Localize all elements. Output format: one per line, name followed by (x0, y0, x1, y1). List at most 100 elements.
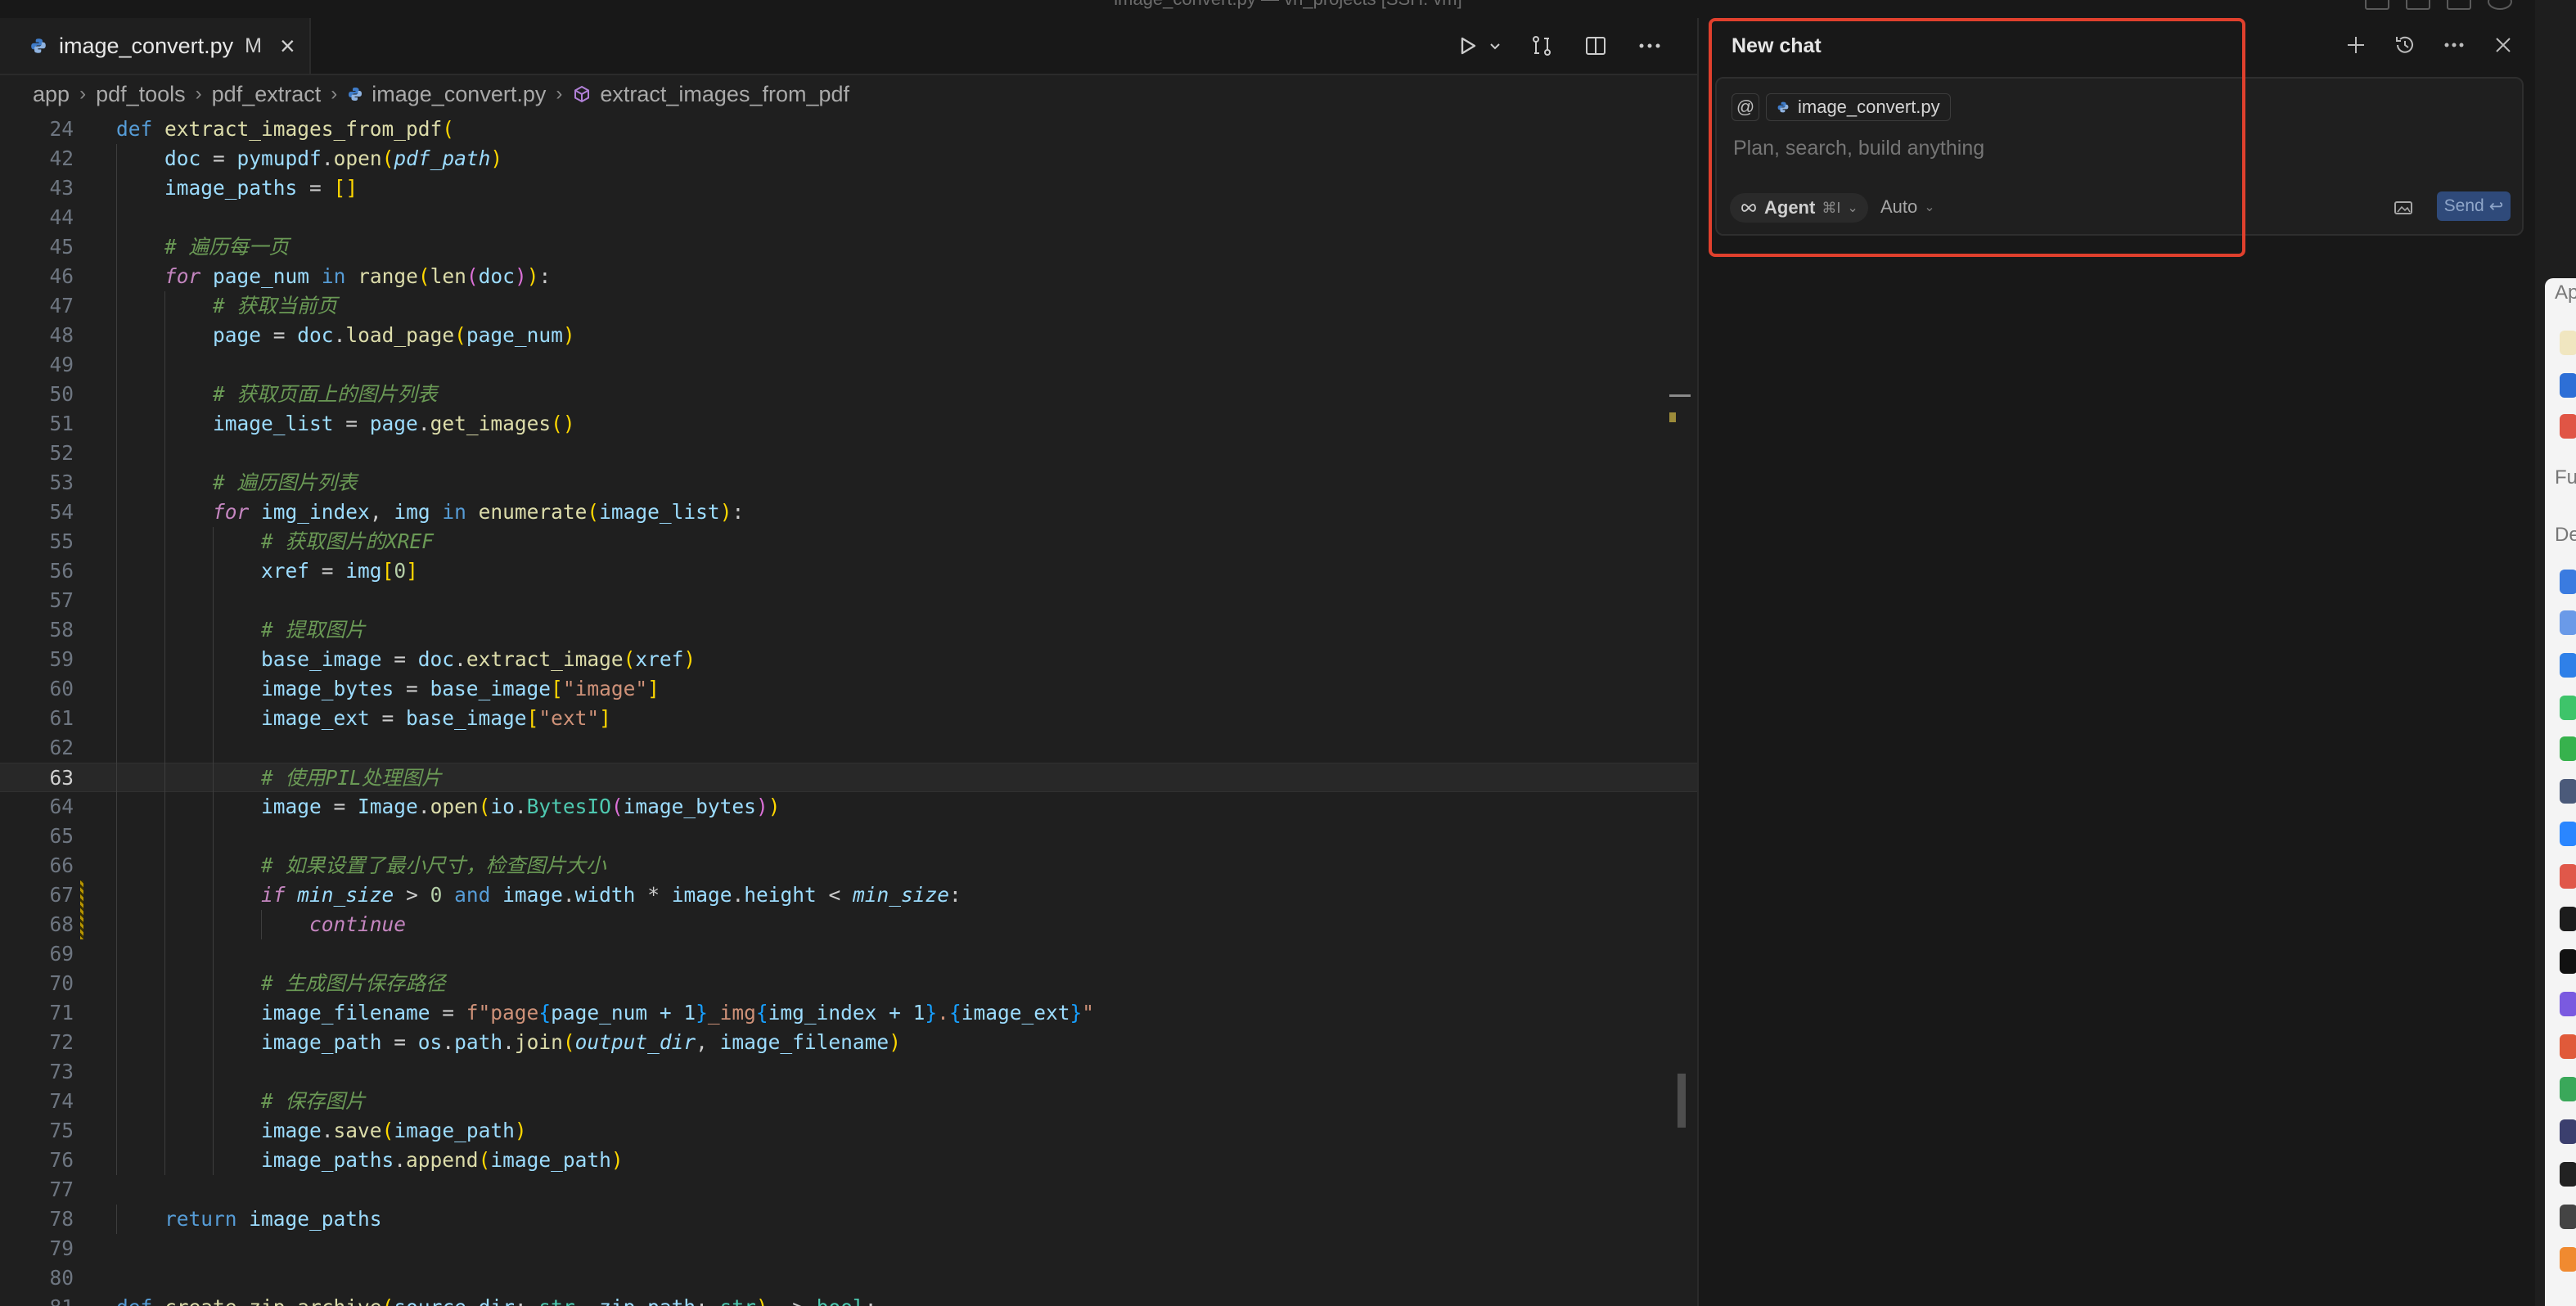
tab-close-icon[interactable]: × (280, 31, 295, 61)
code-line[interactable]: 73 (0, 1057, 1697, 1087)
code-line[interactable]: 50 # 获取页面上的图片列表 (0, 380, 1697, 409)
code-line[interactable]: 53 # 遍历图片列表 (0, 468, 1697, 498)
code-line[interactable]: 42 doc = pymupdf.open(pdf_path) (0, 144, 1697, 173)
line-number: 64 (49, 795, 74, 818)
panel-toggle-icon[interactable] (2406, 0, 2430, 10)
background-window-text: Fu (2555, 466, 2576, 489)
app-icon (2560, 1077, 2576, 1101)
code-line[interactable]: 69 (0, 939, 1697, 969)
code-line[interactable]: 64 image = Image.open(io.BytesIO(image_b… (0, 792, 1697, 822)
code-line[interactable]: 75 image.save(image_path) (0, 1116, 1697, 1146)
indent-guide (213, 1087, 214, 1116)
code-line[interactable]: 56 xref = img[0] (0, 556, 1697, 586)
breadcrumb-item[interactable]: pdf_tools (96, 82, 186, 107)
breadcrumb-item[interactable]: extract_images_from_pdf (600, 82, 849, 107)
code-line[interactable]: 54 for img_index, img in enumerate(image… (0, 498, 1697, 527)
breadcrumb-item[interactable]: pdf_extract (212, 82, 322, 107)
code-line[interactable]: 57 (0, 586, 1697, 615)
code-line[interactable]: 46 for page_num in range(len(doc)): (0, 262, 1697, 291)
line-number: 80 (49, 1266, 74, 1290)
model-dropdown[interactable]: Auto ⌄ (1880, 196, 1935, 218)
code-line[interactable]: 51 image_list = page.get_images() (0, 409, 1697, 439)
code-line[interactable]: 55 # 获取图片的XREF (0, 527, 1697, 556)
code-line[interactable]: 70 # 生成图片保存路径 (0, 969, 1697, 998)
code-line[interactable]: 72 image_path = os.path.join(output_dir,… (0, 1028, 1697, 1057)
code-line[interactable]: 68 continue (0, 910, 1697, 939)
tab-image-convert[interactable]: image_convert.py M × (0, 18, 311, 74)
modified-lines-indicator[interactable] (80, 880, 83, 939)
code-text: def extract_images_from_pdf( (116, 117, 455, 141)
python-file-icon (349, 88, 363, 101)
plus-icon[interactable] (2344, 33, 2368, 57)
code-line[interactable]: 43 image_paths = [] (0, 173, 1697, 203)
indent-guide (164, 733, 165, 763)
indent-guide (164, 822, 165, 851)
breadcrumb-item[interactable]: image_convert.py (372, 82, 546, 107)
code-line[interactable]: 77 (0, 1175, 1697, 1205)
code-line[interactable]: 47 # 获取当前页 (0, 291, 1697, 321)
code-line[interactable]: 49 (0, 350, 1697, 380)
indent-guide (213, 939, 214, 969)
chevron-down-icon[interactable] (1488, 31, 1502, 61)
code-line[interactable]: 76 image_paths.append(image_path) (0, 1146, 1697, 1175)
code-line[interactable]: 44 (0, 203, 1697, 232)
code-line[interactable]: 79 (0, 1234, 1697, 1263)
indent-guide (116, 910, 117, 939)
code-line[interactable]: 24 def extract_images_from_pdf( (0, 115, 1697, 144)
code-line[interactable]: 62 (0, 733, 1697, 763)
line-number: 63 (49, 766, 74, 790)
line-number: 68 (49, 912, 74, 936)
sidebar-toggle-icon[interactable] (2447, 0, 2471, 10)
code-line[interactable]: 80 (0, 1263, 1697, 1293)
editor-scrollbar-thumb[interactable] (1678, 1074, 1686, 1128)
send-button[interactable]: Send ↩ (2437, 191, 2511, 221)
history-icon[interactable] (2393, 33, 2417, 57)
breadcrumb-item[interactable]: app (33, 82, 70, 107)
code-line[interactable]: 71 image_filename = f"page{page_num + 1}… (0, 998, 1697, 1028)
run-icon[interactable] (1453, 31, 1483, 61)
code-text: # 提取图片 (261, 618, 366, 642)
code-line[interactable]: 58 # 提取图片 (0, 615, 1697, 645)
code-line[interactable]: 74 # 保存图片 (0, 1087, 1697, 1116)
chat-panel: New chat @ image_convert.py Agent ⌘ (1699, 18, 2535, 1306)
code-line[interactable]: 45 # 遍历每一页 (0, 232, 1697, 262)
indent-guide (116, 409, 117, 439)
python-file-icon (31, 38, 46, 53)
line-number: 56 (49, 559, 74, 583)
more-icon[interactable] (1635, 31, 1664, 61)
window-title: image_convert.py — vn_projects [SSH: vm] (0, 0, 2576, 10)
code-line[interactable]: 78 return image_paths (0, 1205, 1697, 1234)
close-icon[interactable] (2491, 33, 2515, 57)
code-line[interactable]: 59 base_image = doc.extract_image(xref) (0, 645, 1697, 674)
code-line[interactable]: 63 # 使用PIL处理图片 (0, 763, 1697, 792)
indent-guide (116, 1146, 117, 1175)
code-line[interactable]: 65 (0, 822, 1697, 851)
code-editor[interactable]: 24 def extract_images_from_pdf(42 doc = p… (0, 115, 1697, 1306)
editor-area: image_convert.py M × app › pdf_tools › p… (0, 18, 1697, 1306)
code-line[interactable]: 60 image_bytes = base_image["image"] (0, 674, 1697, 704)
code-text: base_image = doc.extract_image(xref) (261, 647, 696, 671)
compare-changes-icon[interactable] (1527, 31, 1556, 61)
indent-guide (116, 880, 117, 910)
more-icon[interactable] (2442, 33, 2466, 57)
code-line[interactable]: 81 def create_zip_archive(source_dir: str… (0, 1293, 1697, 1306)
background-window-text: Ap (2555, 281, 2576, 304)
chat-tab-new-chat[interactable]: New chat (1732, 34, 1822, 58)
code-line[interactable]: 67 if min_size > 0 and image.width * ima… (0, 880, 1697, 910)
code-line[interactable]: 66 # 如果设置了最小尺寸，检查图片大小 (0, 851, 1697, 880)
indent-guide (116, 586, 117, 615)
code-line[interactable]: 48 page = doc.load_page(page_num) (0, 321, 1697, 350)
chat-input[interactable] (1732, 136, 2471, 161)
image-attach-icon[interactable] (2391, 196, 2416, 219)
context-file-pill[interactable]: image_convert.py (1766, 93, 1951, 121)
line-number: 49 (49, 353, 74, 376)
indent-guide (164, 910, 165, 939)
add-context-button[interactable]: @ (1732, 93, 1759, 121)
app-icon (2560, 696, 2576, 720)
indent-guide (164, 321, 165, 350)
code-line[interactable]: 52 (0, 439, 1697, 468)
agent-mode-dropdown[interactable]: Agent ⌘I ⌄ (1730, 193, 1868, 223)
code-line[interactable]: 61 image_ext = base_image["ext"] (0, 704, 1697, 733)
split-editor-icon[interactable] (1581, 31, 1610, 61)
layout-toggle-icon[interactable] (2365, 0, 2389, 10)
